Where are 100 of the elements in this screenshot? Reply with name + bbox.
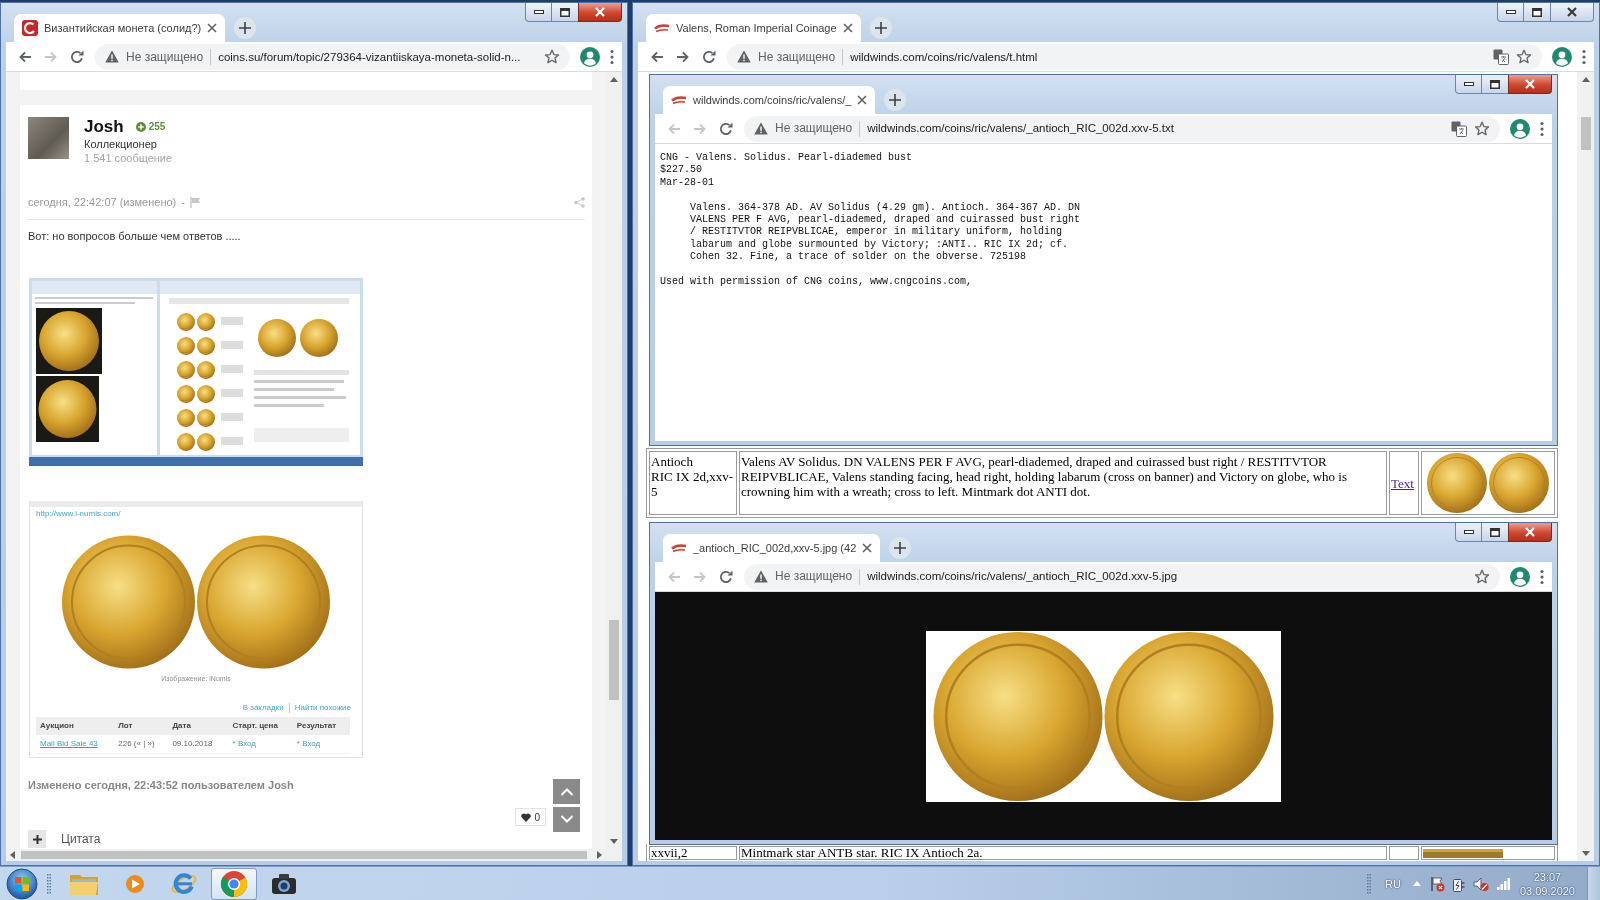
- profile-icon[interactable]: [1510, 566, 1530, 587]
- menu-icon[interactable]: [1540, 120, 1544, 137]
- round-logo-icon: [220, 869, 248, 898]
- menu-icon[interactable]: [1582, 48, 1586, 65]
- security-button[interactable]: Не защищено: [754, 569, 853, 584]
- chevron-down-icon: [559, 815, 574, 824]
- source-link[interactable]: http://www.i-numis.com/: [36, 509, 121, 519]
- column-header: Старт. цена: [228, 717, 293, 735]
- plus-button[interactable]: [28, 830, 46, 848]
- star-icon[interactable]: [1474, 568, 1490, 585]
- text-paragraph: CNG - Valens. Solidus. Pearl-diademed bust $227.50 Mar-28-01: [660, 152, 913, 190]
- address-bar[interactable]: Не защищено wildwinds.com/coins/ric/valens/_antioch_RIC_002d.xxv-5.txt: [744, 115, 1500, 142]
- scrollbar-thumb[interactable]: [21, 851, 587, 859]
- reload-icon[interactable]: [69, 48, 85, 65]
- scroll-left-arrow-icon[interactable]: [10, 851, 15, 859]
- author-name[interactable]: Josh: [84, 117, 124, 137]
- reload-icon[interactable]: [718, 120, 734, 137]
- security-button[interactable]: Не защищено: [737, 49, 836, 64]
- like-button[interactable]: 0: [515, 808, 546, 826]
- scroll-down-button[interactable]: [553, 807, 580, 832]
- profile-icon[interactable]: [580, 46, 600, 67]
- security-button[interactable]: Не защищено: [105, 49, 204, 64]
- plus-icon: [894, 542, 907, 554]
- catalog-link[interactable]: В закладки: [242, 703, 284, 713]
- flag-alert-icon[interactable]: [1428, 875, 1445, 892]
- text-link[interactable]: Text: [1391, 475, 1414, 491]
- column-header: Лот: [114, 717, 169, 735]
- browser-tab[interactable]: Византийская монета (солид?): [14, 14, 226, 42]
- close-icon[interactable]: [857, 95, 868, 105]
- member-rank: Коллекционер: [84, 137, 158, 151]
- scroll-up-button[interactable]: [553, 779, 580, 804]
- menu-icon[interactable]: [610, 48, 614, 65]
- auction-link[interactable]: Mail Bid Sale 43: [40, 739, 98, 748]
- quote-label[interactable]: Цитата: [61, 832, 101, 846]
- reload-icon[interactable]: [701, 48, 717, 65]
- close-icon[interactable]: [862, 543, 873, 553]
- close-button[interactable]: [1508, 75, 1552, 94]
- reload-icon[interactable]: [718, 568, 734, 585]
- new-tab-button[interactable]: [889, 537, 912, 559]
- maximize-icon: [1490, 527, 1500, 537]
- text-paragraph: Valens. 364-378 AD. AV Solidus (4.29 gm). Antioch. 364-367 AD. DN VALENS PER F AVG, pearl-diademed, draped and cuirassed bust right / RESTITVTOR REIPVBLICAE, emperor in military uniform, holding labarum and globe surmounted by Victory; :ANTI.. RIC IX 2d; cf. Cohen 32. Fine, a trace of solder on the obverse. 725198: [689, 201, 1081, 264]
- table-cell: xxvii,2: [649, 846, 737, 860]
- star-icon[interactable]: [544, 48, 560, 65]
- address-bar[interactable]: Не защищено wildwinds.com/coins/ric/valens/t.html: [727, 43, 1542, 70]
- taskbar-button[interactable]: [211, 867, 257, 900]
- close-button[interactable]: [578, 3, 622, 22]
- star-icon[interactable]: [1474, 120, 1490, 137]
- translate-icon[interactable]: [1451, 120, 1467, 137]
- browser-tab[interactable]: wildwinds.com/coins/ric/valens/_: [663, 86, 876, 114]
- scroll-down-arrow-icon[interactable]: [610, 839, 618, 844]
- scrollbar-thumb[interactable]: [609, 620, 619, 700]
- profile-icon[interactable]: [1510, 118, 1530, 139]
- close-icon[interactable]: [207, 23, 218, 33]
- new-tab-button[interactable]: [869, 17, 892, 39]
- minimize-button[interactable]: [1455, 523, 1482, 542]
- warning-icon: [737, 50, 751, 63]
- catalog-link[interactable]: Найти похожие: [288, 703, 351, 713]
- scroll-down-arrow-icon[interactable]: [1581, 851, 1590, 856]
- maximize-button[interactable]: [552, 3, 578, 22]
- scrollbar-thumb[interactable]: [1580, 117, 1591, 150]
- start-icon[interactable]: [6, 867, 38, 900]
- profile-icon[interactable]: [1552, 46, 1572, 67]
- maximize-button[interactable]: [1482, 75, 1508, 94]
- warning-icon: [754, 570, 768, 583]
- minimize-button[interactable]: [1497, 3, 1524, 22]
- warning-icon: [105, 50, 119, 63]
- close-button[interactable]: [1550, 3, 1594, 22]
- minimize-button[interactable]: [525, 3, 552, 22]
- column-header: Дата: [168, 717, 229, 735]
- scroll-up-arrow-icon[interactable]: [610, 77, 618, 82]
- translate-icon[interactable]: [1493, 48, 1509, 65]
- close-button[interactable]: [1508, 523, 1552, 542]
- scroll-up-arrow-icon[interactable]: [1581, 77, 1590, 82]
- maximize-button[interactable]: [1482, 523, 1508, 542]
- grip-icon: [47, 872, 51, 895]
- chevron-up-icon: [559, 787, 574, 796]
- browser-tab[interactable]: Valens, Roman Imperial Coinage: [646, 14, 861, 42]
- login-link[interactable]: * Вход: [296, 739, 321, 748]
- screenshot-thumbnail-drawing[interactable]: [29, 278, 363, 466]
- star-icon[interactable]: [1516, 48, 1532, 65]
- maximize-icon: [1532, 7, 1542, 17]
- menu-icon[interactable]: [1540, 568, 1544, 585]
- vertical-scrollbar[interactable]: [1577, 72, 1594, 861]
- minimize-button[interactable]: [1455, 75, 1482, 94]
- minimize-icon: [1505, 10, 1516, 14]
- close-icon[interactable]: [842, 23, 853, 33]
- security-button[interactable]: Не защищено: [754, 121, 853, 136]
- new-tab-button[interactable]: [884, 89, 907, 111]
- address-bar[interactable]: Не защищено coins.su/forum/topic/279364-vizantiiskaya-moneta-solid-n...: [95, 43, 570, 70]
- scroll-right-arrow-icon[interactable]: [597, 851, 602, 859]
- new-tab-button[interactable]: [234, 17, 257, 39]
- close-icon: [595, 7, 605, 17]
- table-cell: 226 (« | »): [114, 735, 169, 754]
- address-bar[interactable]: Не защищено wildwinds.com/coins/ric/valens/_antioch_RIC_002d.xxv-5.jpg: [744, 563, 1500, 590]
- column-header: Аукцион: [36, 717, 115, 735]
- speaker-muted-icon[interactable]: [1472, 875, 1489, 892]
- login-link[interactable]: * Вход: [232, 739, 257, 748]
- browser-tab[interactable]: _antioch_RIC_002d,xxv-5.jpg (42: [663, 534, 881, 562]
- close-icon: [1567, 7, 1577, 17]
- maximize-button[interactable]: [1524, 3, 1550, 22]
